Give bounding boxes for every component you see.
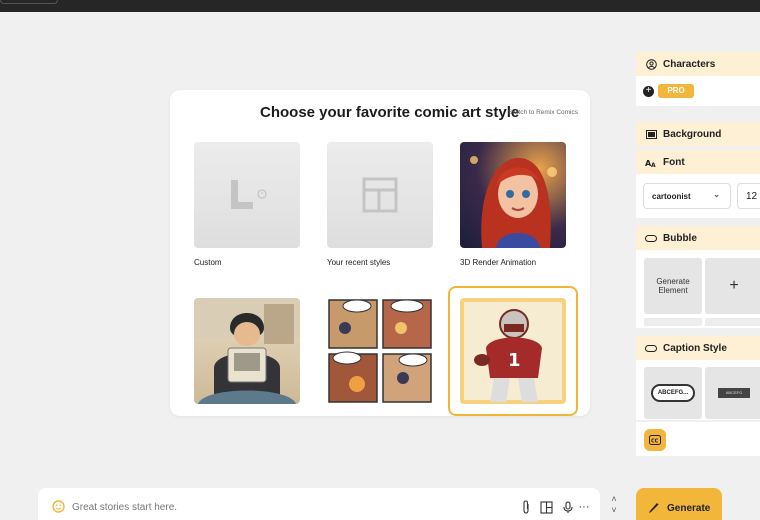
modal-title: Choose your favorite comic art style xyxy=(260,104,520,121)
layout-icon[interactable] xyxy=(538,499,554,515)
style-card-3d-render[interactable]: 3D Render Animation xyxy=(460,142,578,267)
microphone-icon[interactable] xyxy=(560,499,576,515)
font-family-select[interactable]: cartoonist ⌄ xyxy=(643,183,731,209)
boy-computer-image xyxy=(194,298,300,404)
bubble-title: Bubble xyxy=(663,232,697,244)
football-player-image: 1 xyxy=(464,302,562,402)
add-character-icon[interactable]: + xyxy=(643,86,654,97)
bubble-option[interactable] xyxy=(644,318,702,326)
font-section: AA Font cartoonist ⌄ 12 xyxy=(636,150,760,218)
chevron-down-icon: ⌄ xyxy=(713,190,720,199)
caption-style-option-2[interactable]: ABCEFG xyxy=(705,367,760,419)
retro-thumbnail xyxy=(194,298,300,404)
image-icon xyxy=(645,128,657,140)
background-section: Background xyxy=(636,122,760,146)
layout-grid-icon xyxy=(362,177,398,213)
pen-icon xyxy=(649,503,659,513)
speech-bubble-icon xyxy=(645,232,657,244)
prompt-bar: ··· xyxy=(38,488,600,520)
font-family-value: cartoonist xyxy=(652,191,691,201)
generate-element-button[interactable]: Generate Element xyxy=(644,258,702,314)
background-title: Background xyxy=(663,128,722,140)
caption-sample-2: ABCEFG xyxy=(718,388,750,398)
characters-section: Characters + PRO xyxy=(636,52,760,106)
caption-style-section: Caption Style ABCEFG... ABCEFG xyxy=(636,336,760,420)
background-header[interactable]: Background xyxy=(636,122,760,146)
generate-label: Generate xyxy=(667,502,711,514)
more-options-icon[interactable]: ··· xyxy=(576,499,592,515)
custom-thumbnail xyxy=(194,142,300,248)
top-bar xyxy=(0,0,760,12)
font-size-input[interactable]: 12 xyxy=(737,183,760,209)
style-label-custom: Custom xyxy=(194,258,222,267)
style-card-retro[interactable] xyxy=(194,298,312,404)
recent-thumbnail xyxy=(327,142,433,248)
font-header[interactable]: AA Font xyxy=(636,150,760,174)
caption-sample-1: ABCEFG... xyxy=(651,384,695,402)
redhead-character-image xyxy=(470,156,557,248)
smile-icon[interactable] xyxy=(52,500,65,518)
prompt-stepper[interactable]: ˄ ˅ xyxy=(604,494,624,520)
closed-caption-icon[interactable]: CC xyxy=(644,429,666,451)
generate-button[interactable]: Generate xyxy=(636,488,722,520)
svg-text:1: 1 xyxy=(508,350,521,371)
style-card-comic-panels[interactable] xyxy=(327,298,445,404)
bubble-option[interactable] xyxy=(705,318,760,326)
bubble-section: Bubble Generate Element + xyxy=(636,226,760,328)
caption-icon xyxy=(645,342,657,354)
style-card-football[interactable]: 1 xyxy=(448,286,578,416)
3d-render-thumbnail xyxy=(460,142,566,248)
custom-l-icon xyxy=(231,180,267,209)
chevron-up-icon[interactable]: ˄ xyxy=(604,494,624,505)
font-title: Font xyxy=(663,156,685,168)
caption-toggle-section: CC xyxy=(636,422,760,456)
characters-header[interactable]: Characters xyxy=(636,52,760,76)
bubble-header[interactable]: Bubble xyxy=(636,226,760,250)
caption-style-header[interactable]: Caption Style xyxy=(636,336,760,360)
style-label-recent: Your recent styles xyxy=(327,258,391,267)
svg-text:CC: CC xyxy=(651,439,659,445)
comic-panels-image xyxy=(328,299,432,403)
switch-remix-link[interactable]: Switch to Remix Comics xyxy=(508,109,578,116)
chevron-down-icon[interactable]: ˅ xyxy=(604,505,624,516)
style-card-custom[interactable]: Custom xyxy=(194,142,312,267)
football-thumbnail: 1 xyxy=(460,298,566,404)
style-label-3d-render: 3D Render Animation xyxy=(460,258,537,267)
paperclip-icon[interactable] xyxy=(518,499,534,515)
svg-text:A: A xyxy=(651,162,656,168)
caption-style-option-1[interactable]: ABCEFG... xyxy=(644,367,702,419)
pro-badge[interactable]: PRO xyxy=(658,84,694,98)
story-prompt-input[interactable] xyxy=(72,499,372,515)
comic-panels-thumbnail xyxy=(327,298,433,404)
caption-style-title: Caption Style xyxy=(663,342,727,354)
font-size-icon: AA xyxy=(645,156,657,168)
style-card-recent[interactable]: Your recent styles xyxy=(327,142,445,267)
characters-title: Characters xyxy=(663,58,716,70)
add-bubble-button[interactable]: + xyxy=(705,258,760,314)
user-circle-icon xyxy=(645,58,657,70)
top-tab[interactable] xyxy=(0,0,58,4)
style-chooser-modal: Choose your favorite comic art style Swi… xyxy=(170,90,590,416)
